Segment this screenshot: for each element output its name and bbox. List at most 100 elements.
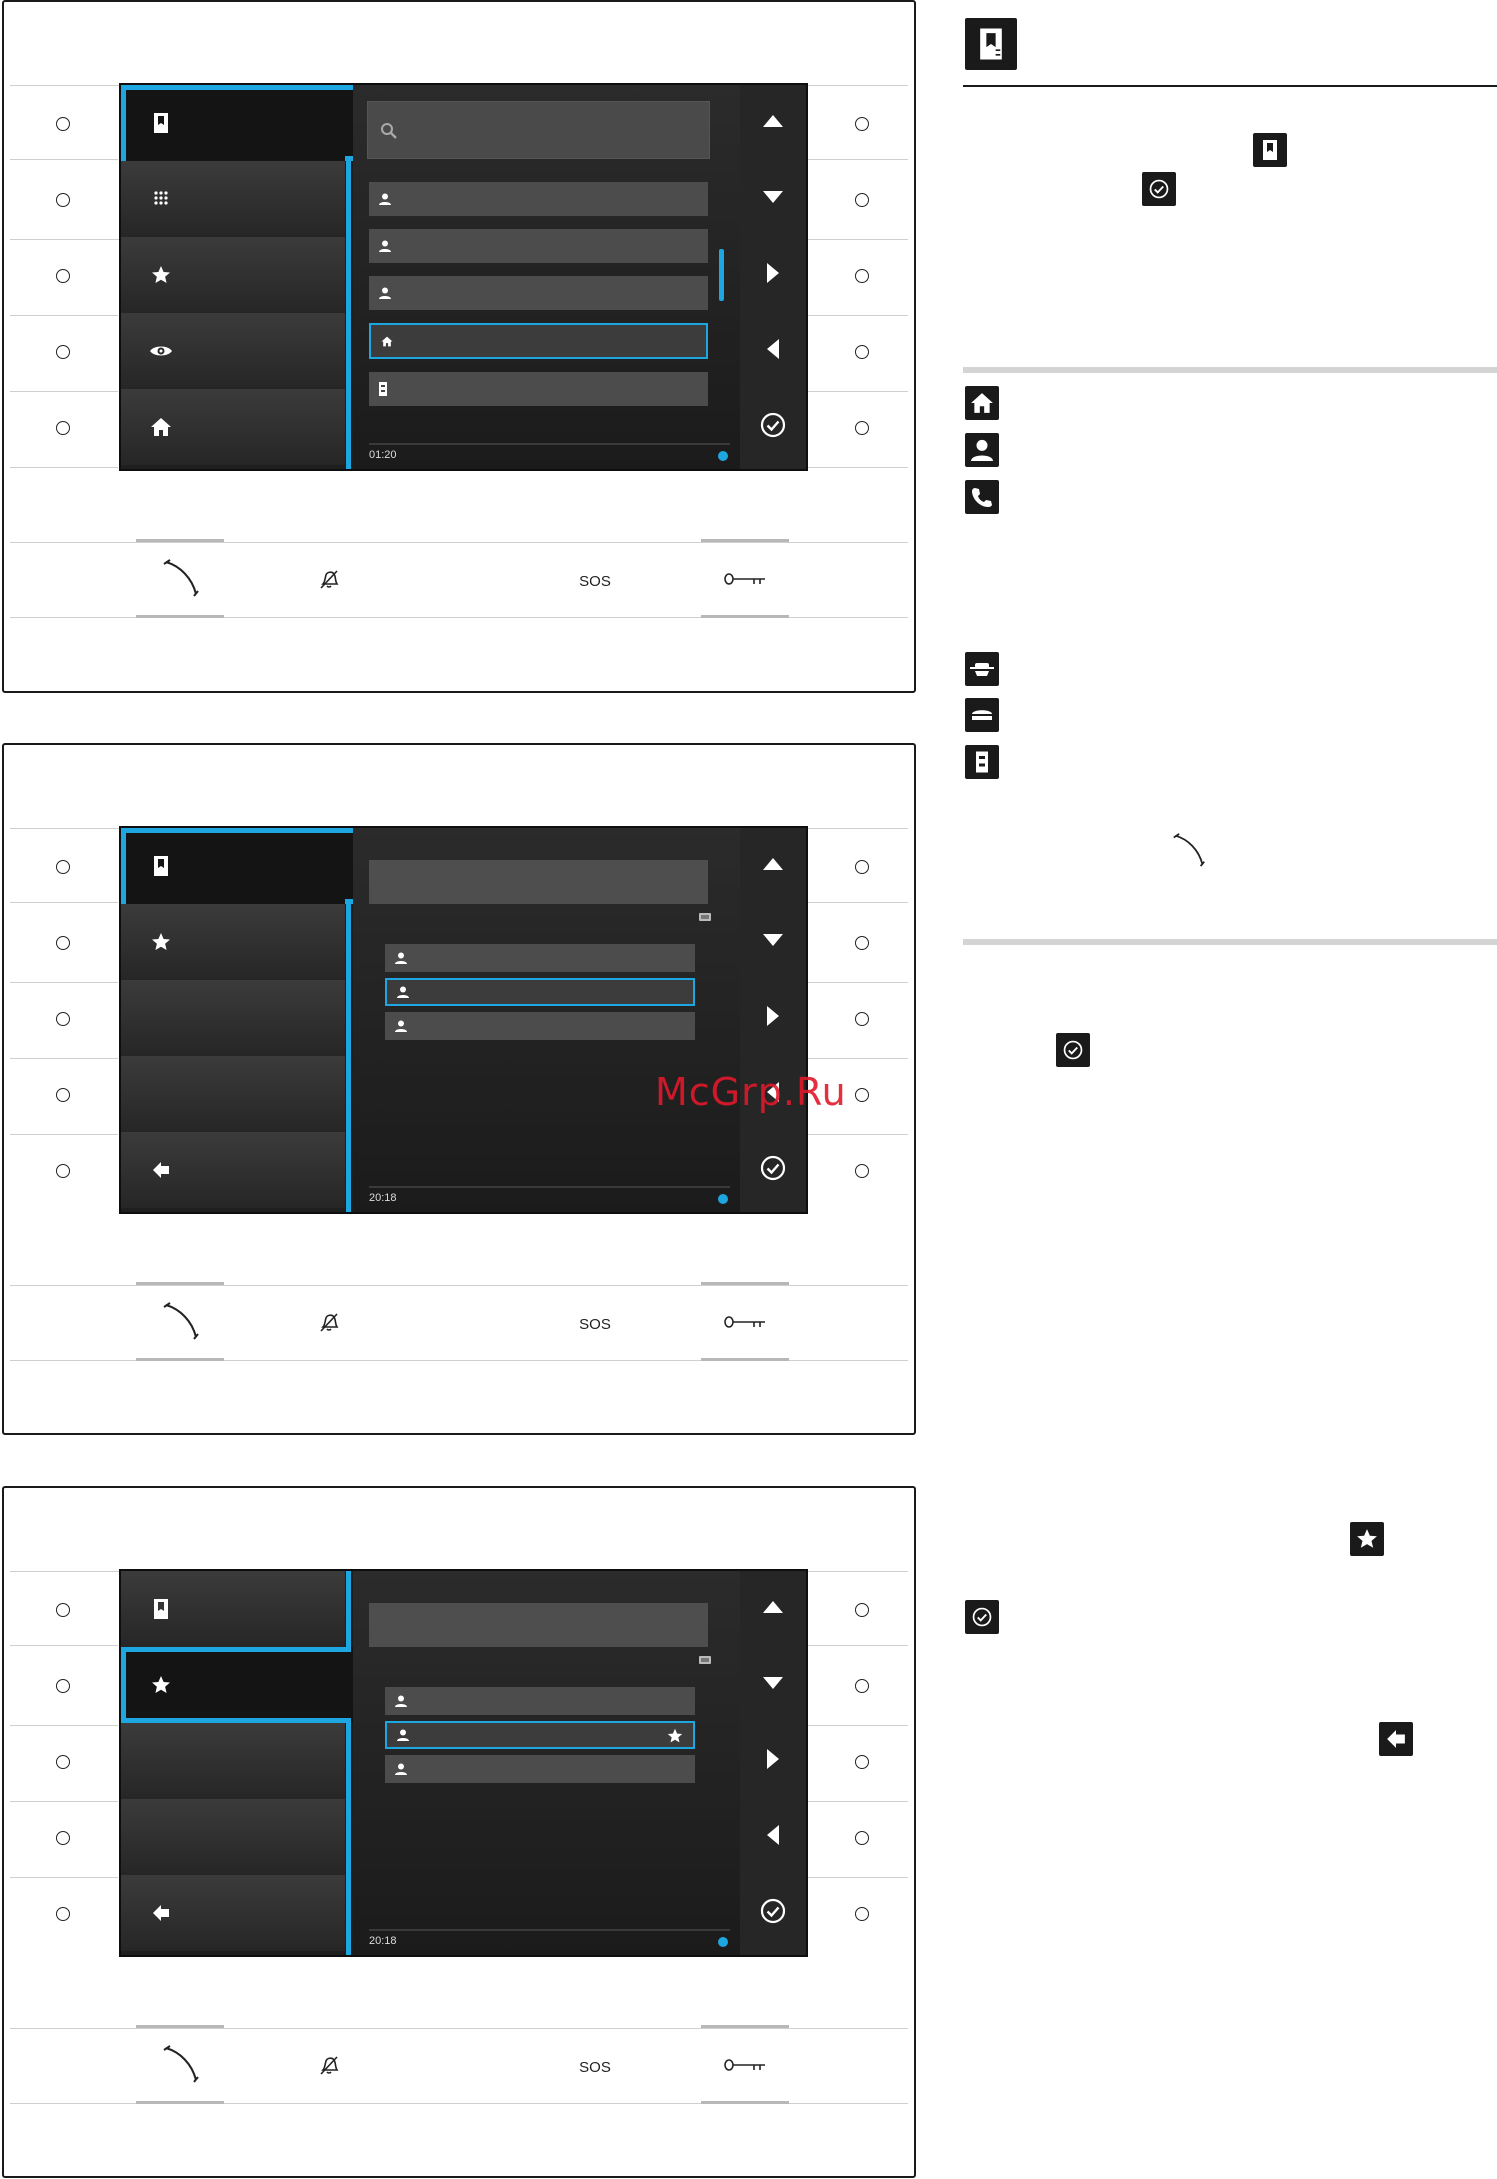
side-button-right-4[interactable]	[855, 1088, 869, 1102]
menu-item-favorites[interactable]	[121, 237, 345, 313]
mute-button[interactable]	[312, 566, 346, 596]
side-button-right-1[interactable]	[855, 860, 869, 874]
side-button-right-4[interactable]	[855, 345, 869, 359]
sos-button[interactable]: SOS	[574, 2051, 616, 2083]
side-button-right-1[interactable]	[855, 1603, 869, 1617]
list-item[interactable]	[369, 182, 708, 216]
side-button-left-5[interactable]	[56, 1164, 70, 1178]
door-open-button[interactable]	[722, 2052, 768, 2082]
side-button-left-3[interactable]	[56, 1012, 70, 1026]
scrollbar[interactable]	[719, 249, 724, 301]
answer-button[interactable]	[159, 558, 203, 602]
side-button-left-4[interactable]	[56, 1088, 70, 1102]
list-item[interactable]	[369, 276, 708, 310]
guide-line	[800, 1645, 908, 1646]
menu-item-favorites[interactable]	[121, 1647, 353, 1723]
side-button-left-4[interactable]	[56, 1831, 70, 1845]
side-button-right-2[interactable]	[855, 936, 869, 950]
right-button[interactable]	[740, 237, 806, 313]
side-button-left-5[interactable]	[56, 421, 70, 435]
status-dot	[718, 451, 728, 461]
star-icon	[1350, 1522, 1384, 1556]
side-menu	[121, 828, 353, 1212]
name-field[interactable]	[369, 860, 708, 904]
up-button[interactable]	[740, 85, 806, 161]
list-item[interactable]	[385, 1012, 695, 1040]
side-button-right-1[interactable]	[855, 117, 869, 131]
search-field[interactable]	[367, 101, 710, 159]
menu-item-keypad[interactable]	[121, 161, 345, 237]
list-item[interactable]	[369, 372, 708, 406]
confirm-button[interactable]	[740, 1875, 806, 1951]
left-button[interactable]	[740, 1799, 806, 1875]
side-button-right-3[interactable]	[855, 1012, 869, 1026]
side-button-left-5[interactable]	[56, 1907, 70, 1921]
confirm-button[interactable]	[740, 389, 806, 465]
side-button-right-2[interactable]	[855, 1679, 869, 1693]
mute-button[interactable]	[312, 2052, 346, 2082]
list-item-selected[interactable]	[385, 978, 695, 1006]
side-button-left-2[interactable]	[56, 1679, 70, 1693]
side-button-right-5[interactable]	[855, 1907, 869, 1921]
status-dot	[718, 1194, 728, 1204]
up-button[interactable]	[740, 828, 806, 904]
menu-item-phonebook[interactable]	[121, 828, 353, 904]
phone-icon	[965, 480, 999, 514]
door-open-button[interactable]	[722, 566, 768, 596]
confirm-button[interactable]	[740, 1132, 806, 1208]
list-item[interactable]	[385, 944, 695, 972]
side-button-left-3[interactable]	[56, 269, 70, 283]
list-item[interactable]	[385, 1687, 695, 1715]
side-button-left-3[interactable]	[56, 1755, 70, 1769]
menu-item-back[interactable]	[121, 1875, 345, 1951]
selection-outline	[121, 1718, 351, 1723]
side-button-left-1[interactable]	[56, 1603, 70, 1617]
keyboard-icon	[699, 1653, 711, 1671]
side-button-right-4[interactable]	[855, 1831, 869, 1845]
side-button-left-2[interactable]	[56, 936, 70, 950]
door-open-button[interactable]	[722, 1309, 768, 1339]
mute-button[interactable]	[312, 1309, 346, 1339]
sos-button[interactable]: SOS	[574, 1308, 616, 1340]
right-button[interactable]	[740, 980, 806, 1056]
side-button-right-3[interactable]	[855, 269, 869, 283]
status-bar: 20:18	[369, 1186, 730, 1204]
sos-label: SOS	[579, 1315, 611, 1333]
answer-button[interactable]	[159, 2044, 203, 2088]
answer-button[interactable]	[159, 1301, 203, 1345]
menu-item-phonebook[interactable]	[121, 85, 353, 161]
down-button[interactable]	[740, 1647, 806, 1723]
guide-line	[800, 159, 908, 160]
side-button-left-1[interactable]	[56, 117, 70, 131]
list-item-selected[interactable]	[369, 323, 708, 359]
down-button[interactable]	[740, 161, 806, 237]
down-button[interactable]	[740, 904, 806, 980]
list-item[interactable]	[385, 1755, 695, 1783]
keypad-icon	[141, 190, 181, 208]
handset-icon	[162, 2044, 200, 2089]
list-area: 01:20	[353, 85, 742, 469]
name-field[interactable]	[369, 1603, 708, 1647]
sos-button[interactable]: SOS	[574, 565, 616, 597]
list-item-selected[interactable]	[385, 1721, 695, 1749]
menu-item-view[interactable]	[121, 313, 345, 389]
side-button-left-4[interactable]	[56, 345, 70, 359]
menu-item-back[interactable]	[121, 1132, 345, 1208]
side-button-left-2[interactable]	[56, 193, 70, 207]
list-item[interactable]	[369, 229, 708, 263]
menu-item-home[interactable]	[121, 389, 345, 465]
menu-item-phonebook[interactable]	[121, 1571, 345, 1647]
guide-line	[800, 1134, 908, 1135]
left-button[interactable]	[740, 313, 806, 389]
home-icon	[381, 336, 395, 347]
right-button[interactable]	[740, 1723, 806, 1799]
side-button-right-5[interactable]	[855, 1164, 869, 1178]
menu-item-favorites[interactable]	[121, 904, 345, 980]
check-icon	[1056, 1033, 1090, 1067]
handset-icon	[162, 1301, 200, 1346]
side-button-right-2[interactable]	[855, 193, 869, 207]
side-button-right-3[interactable]	[855, 1755, 869, 1769]
up-button[interactable]	[740, 1571, 806, 1647]
side-button-right-5[interactable]	[855, 421, 869, 435]
side-button-left-1[interactable]	[56, 860, 70, 874]
